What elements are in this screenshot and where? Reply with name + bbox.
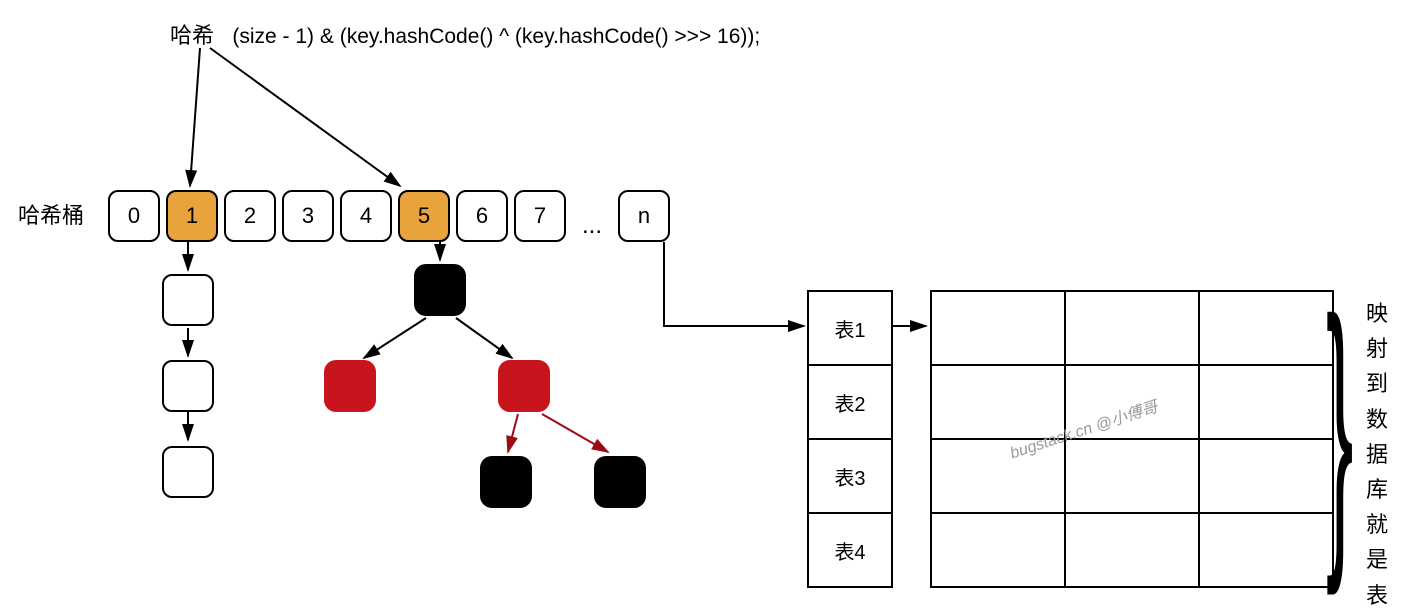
table-row: 表2 <box>808 365 892 439</box>
bucket-n: n <box>618 190 670 242</box>
grid-cell <box>1199 291 1333 365</box>
grid-cell <box>1065 291 1199 365</box>
bucket-6: 6 <box>456 190 508 242</box>
bucket-3: 3 <box>282 190 334 242</box>
grid-cell <box>1199 439 1333 513</box>
table-row: 表3 <box>808 439 892 513</box>
hash-code-text: (size - 1) & (key.hashCode() ^ (key.hash… <box>232 25 760 48</box>
hash-label-text: 哈希 <box>170 23 214 48</box>
bucket-row: 0 1 2 3 4 5 6 7 ... n <box>108 190 670 242</box>
tree-node-black-rr <box>594 456 646 508</box>
db-grid <box>930 290 1334 588</box>
linked-list-chain <box>162 260 214 498</box>
table-row: 表4 <box>808 513 892 587</box>
bucket-4: 4 <box>340 190 392 242</box>
bucket-5: 5 <box>398 190 450 242</box>
hash-title: 哈希 (size - 1) & (key.hashCode() ^ (key.h… <box>170 18 760 50</box>
tree-node-red-right <box>498 360 550 412</box>
grid-cell <box>1065 513 1199 587</box>
tree-node-black-rl <box>480 456 532 508</box>
chain-node <box>162 446 214 498</box>
tree-node-black-root <box>414 264 466 316</box>
tree-node-red-left <box>324 360 376 412</box>
grid-cell <box>931 513 1065 587</box>
bucket-7: 7 <box>514 190 566 242</box>
table-list: 表1 表2 表3 表4 <box>807 290 893 588</box>
table-row: 表1 <box>808 291 892 365</box>
bucket-row-label: 哈希桶 <box>18 198 84 230</box>
bucket-ellipsis: ... <box>572 212 612 240</box>
grid-cell <box>1065 439 1199 513</box>
curly-brace-icon: } <box>1326 280 1353 583</box>
grid-cell <box>1199 365 1333 439</box>
bucket-1: 1 <box>166 190 218 242</box>
bucket-0: 0 <box>108 190 160 242</box>
chain-node <box>162 360 214 412</box>
bucket-2: 2 <box>224 190 276 242</box>
db-mapping-label: 映射到数据库就是表 <box>1365 296 1389 613</box>
grid-cell <box>1199 513 1333 587</box>
chain-node <box>162 274 214 326</box>
grid-cell <box>931 291 1065 365</box>
